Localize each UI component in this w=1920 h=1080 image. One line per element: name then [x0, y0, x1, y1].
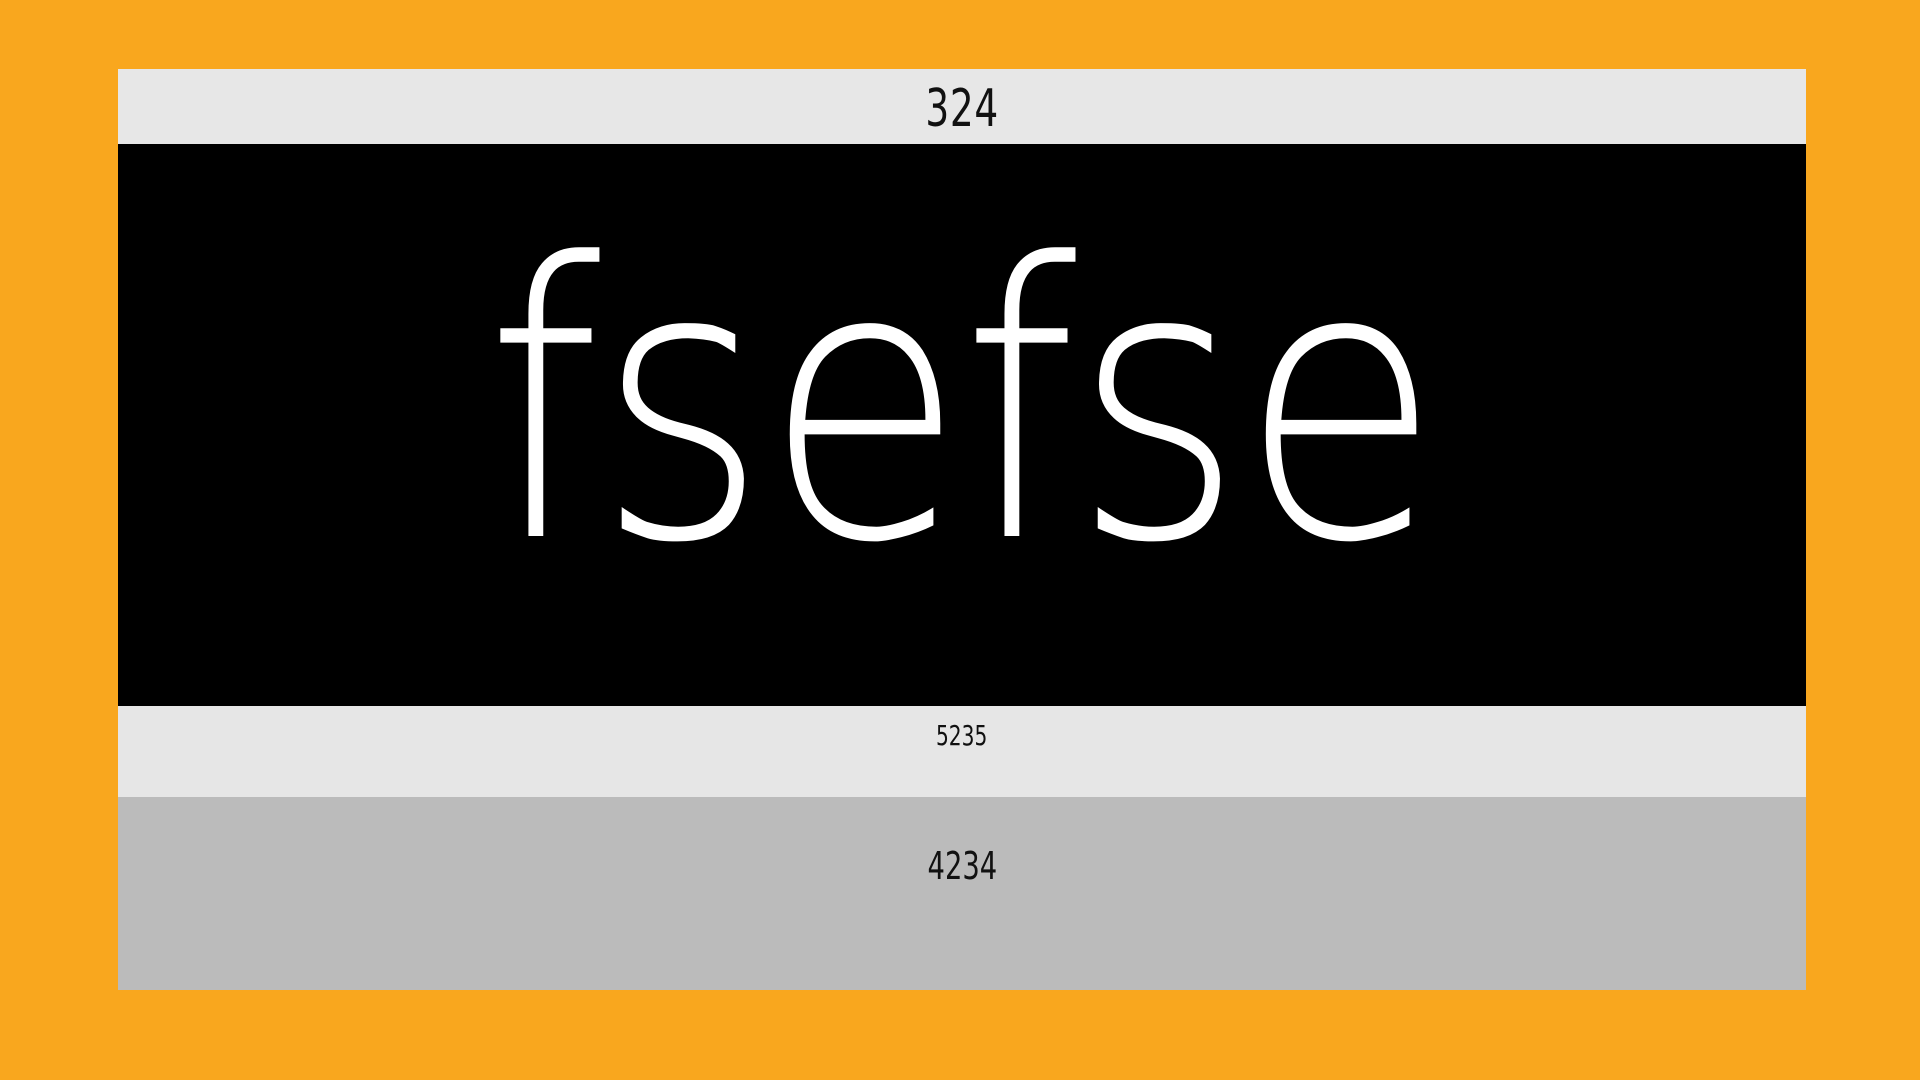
bottom-band-number: 4234 [927, 844, 997, 888]
top-band-number: 324 [925, 78, 999, 139]
hero-band: fsefse [118, 144, 1806, 706]
middle-band-number: 5235 [936, 719, 988, 752]
content-panel: 324 fsefse 5235 4234 [118, 69, 1806, 990]
hero-title: fsefse [485, 183, 1442, 626]
middle-band: 5235 [118, 706, 1806, 797]
top-band: 324 [118, 69, 1806, 144]
bottom-band: 4234 [118, 797, 1806, 990]
slide-canvas: { "colors": { "frame": "#F9A71E", "top_b… [0, 0, 1920, 1080]
